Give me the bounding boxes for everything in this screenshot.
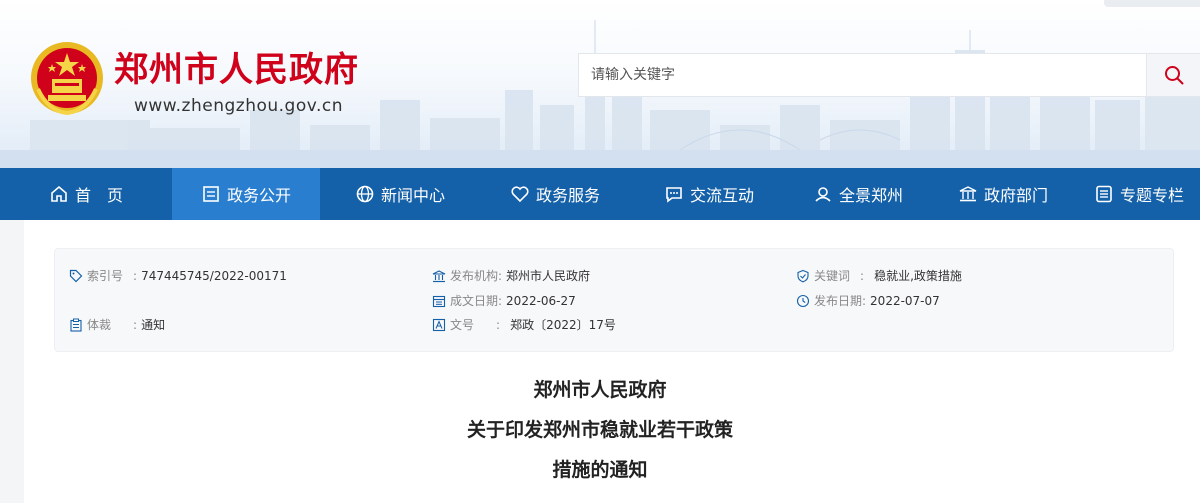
site-url: www.zhengzhou.gov.cn: [134, 96, 344, 116]
meta-label: 体裁: [87, 318, 112, 332]
meta-genre: 体裁 : 通知: [69, 316, 165, 333]
nav-item-label: 新闻中心: [380, 186, 445, 205]
nav-item-special-topics[interactable]: 专题专栏: [1078, 168, 1200, 220]
meta-value: 郑政〔2022〕17号: [510, 318, 616, 332]
nav-item-government-affairs[interactable]: 政务公开: [172, 168, 320, 220]
nav-item-news[interactable]: 新闻中心: [320, 168, 480, 220]
meta-colon: :: [860, 268, 865, 283]
meta-label: 关键词: [814, 269, 851, 283]
national-emblem-icon: [31, 42, 103, 116]
meta-value: 2022-06-27: [506, 293, 576, 308]
nav-item-label: 政府部门: [983, 186, 1048, 205]
nav-item-panorama[interactable]: 全景郑州: [788, 168, 928, 220]
site-header: 郑州市人民政府 www.zhengzhou.gov.cn: [0, 0, 1200, 168]
search-button[interactable]: [1146, 54, 1200, 96]
meta-colon: :: [496, 317, 501, 332]
meta-label: 索引号: [87, 269, 124, 283]
meta-colon: :: [133, 317, 138, 332]
meta-value: 通知: [141, 318, 166, 332]
meta-publisher: 发布机构: 郑州市人民政府: [432, 267, 590, 284]
heart-icon: [511, 186, 529, 203]
chat-icon: [666, 187, 682, 203]
clipboard-icon: [70, 318, 82, 332]
document-icon: [203, 186, 219, 202]
nav-item-label: 政务服务: [535, 186, 600, 205]
meta-colon: :: [133, 268, 138, 283]
meta-label: 发布机构:: [450, 269, 503, 283]
nav-item-label: 政务公开: [226, 186, 291, 205]
search-input[interactable]: [579, 54, 1139, 96]
globe-icon: [356, 185, 374, 203]
search-box: [578, 53, 1200, 97]
meta-created-date: 成文日期: 2022-06-27: [432, 292, 576, 309]
tag-icon: [69, 269, 83, 282]
meta-value: 747445745/2022-00171: [141, 268, 287, 283]
nav-item-label: 首 页: [74, 186, 123, 205]
building-icon: [432, 269, 446, 282]
search-icon: [1164, 66, 1183, 85]
nav-item-label: 交流互动: [689, 186, 754, 205]
meta-keywords: 关键词 : 稳就业,政策措施: [796, 267, 962, 284]
meta-value: 郑州市人民政府: [506, 269, 591, 283]
shield-check-icon: [797, 269, 809, 282]
nav-item-services[interactable]: 政务服务: [480, 168, 630, 220]
calendar-icon: [432, 295, 446, 307]
meta-index-number: 索引号 : 747445745/2022-00171: [69, 267, 287, 284]
clock-icon: [796, 294, 810, 307]
nav-item-interaction[interactable]: 交流互动: [630, 168, 788, 220]
main-nav: 首 页 政务公开 新闻中心 政务服务 交流互动 全景郑州 政府部门 专题专栏: [0, 168, 1200, 220]
site-title: 郑州市人民政府: [114, 50, 359, 90]
text-box-icon: [432, 318, 446, 331]
main-content: 索引号 : 747445745/2022-00171 发布机构: 郑州市人民政府…: [0, 220, 1200, 503]
building-icon: [959, 186, 977, 202]
list-icon: [1096, 185, 1112, 203]
meta-label: 成文日期:: [450, 294, 503, 308]
meta-published-date: 发布日期: 2022-07-07: [796, 292, 940, 309]
nav-item-label: 全景郑州: [838, 186, 903, 205]
document-title-line-1: 郑州市人民政府: [533, 379, 667, 401]
meta-document-number: 文号 : 郑政〔2022〕17号: [432, 316, 616, 333]
meta-label: 文号: [450, 318, 475, 332]
document-title-line-2: 关于印发郑州市稳就业若干政策: [466, 419, 733, 441]
meta-value: 稳就业,政策措施: [874, 269, 962, 283]
nav-item-label: 专题专栏: [1119, 186, 1184, 205]
nav-item-departments[interactable]: 政府部门: [928, 168, 1078, 220]
home-icon: [51, 185, 67, 202]
document-title-line-3: 措施的通知: [552, 459, 648, 481]
top-strip: [1104, 0, 1200, 7]
meta-label: 发布日期:: [814, 294, 867, 308]
nav-item-home[interactable]: 首 页: [0, 168, 172, 220]
meta-value: 2022-07-07: [870, 293, 940, 308]
document-meta-panel: 索引号 : 747445745/2022-00171 发布机构: 郑州市人民政府…: [54, 248, 1174, 352]
location-icon: [815, 187, 831, 202]
